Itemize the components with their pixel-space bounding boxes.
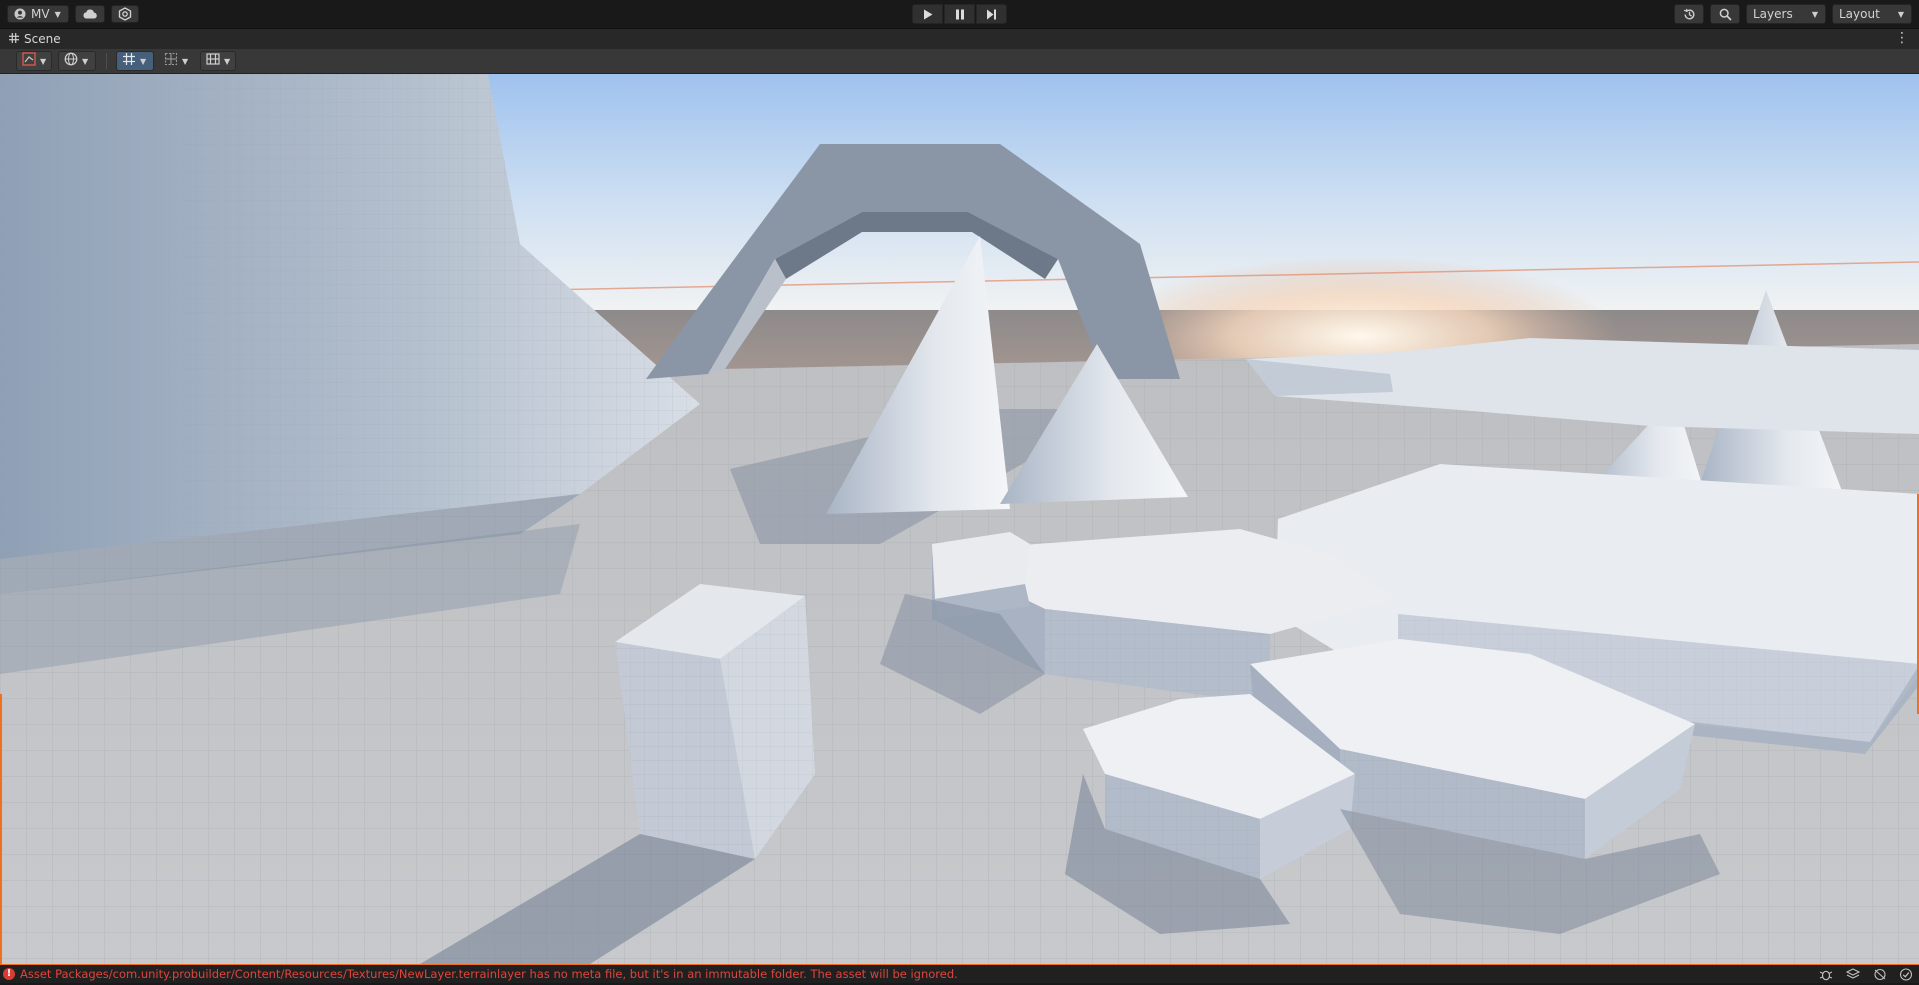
bug-icon[interactable]: [1819, 968, 1833, 981]
scene-view-toolbar: ▼ ▼ ▼ ▼ ▼: [0, 49, 1919, 74]
layout-tools-dropdown[interactable]: ▼: [200, 51, 236, 71]
layers-dropdown[interactable]: Layers ▼: [1746, 4, 1826, 24]
grid-snap-dropdown[interactable]: ▼: [116, 51, 154, 71]
main-toolbar: MV ▼ Layers ▼ Layout ▼: [0, 0, 1919, 28]
pause-icon: [955, 9, 965, 20]
account-icon: [14, 8, 26, 20]
account-label: MV: [31, 7, 50, 21]
grid-icon: [9, 32, 19, 46]
tab-label: Scene: [24, 32, 61, 46]
error-icon: !: [3, 968, 15, 980]
chevron-down-icon: ▼: [54, 9, 61, 19]
layers-label: Layers: [1753, 7, 1793, 21]
render-globe-icon: [64, 52, 78, 70]
history-button[interactable]: [1674, 4, 1704, 24]
chevron-down-icon: ▼: [224, 56, 231, 66]
gizmo-icon: [164, 52, 178, 70]
chevron-down-icon: ▼: [82, 56, 89, 66]
cloud-button[interactable]: [75, 5, 105, 23]
step-icon: [986, 9, 997, 20]
draw-mode-icon: [22, 52, 36, 70]
render-settings-dropdown[interactable]: ▼: [58, 51, 96, 71]
scene-render: [0, 74, 1919, 964]
account-dropdown[interactable]: MV ▼: [7, 5, 69, 23]
grid-snap-icon: [122, 52, 136, 70]
search-button[interactable]: [1710, 4, 1740, 24]
gizmo-dropdown[interactable]: ▼: [158, 51, 196, 71]
network-icon[interactable]: [1873, 968, 1887, 981]
toolbar-divider: [106, 53, 107, 69]
chevron-down-icon: ▼: [1897, 9, 1904, 19]
collab-button[interactable]: [111, 5, 139, 23]
pause-button[interactable]: [944, 4, 975, 24]
play-icon: [923, 9, 933, 20]
scene-tab-bar: Scene ⋮: [0, 28, 1919, 49]
play-button[interactable]: [912, 4, 943, 24]
chevron-down-icon: ▼: [182, 56, 189, 66]
chevron-down-icon: ▼: [40, 56, 47, 66]
console-message[interactable]: Asset Packages/com.unity.probuilder/Cont…: [20, 967, 958, 981]
cloud-icon: [82, 9, 98, 19]
collab-icon: [118, 7, 132, 21]
search-icon: [1719, 8, 1732, 21]
stack-icon[interactable]: [1845, 968, 1861, 981]
layout-dropdown[interactable]: Layout ▼: [1832, 4, 1912, 24]
chevron-down-icon: ▼: [140, 56, 147, 66]
scene-viewport[interactable]: [0, 74, 1919, 964]
check-circle-icon[interactable]: [1899, 968, 1913, 981]
status-bar: ! Asset Packages/com.unity.probuilder/Co…: [0, 964, 1919, 983]
more-options-icon[interactable]: ⋮: [1895, 31, 1909, 45]
tab-scene[interactable]: Scene: [0, 29, 61, 49]
chevron-down-icon: ▼: [1811, 9, 1818, 19]
layout-label: Layout: [1839, 7, 1880, 21]
layout-tools-icon: [206, 53, 220, 69]
draw-mode-dropdown[interactable]: ▼: [16, 51, 52, 71]
step-button[interactable]: [976, 4, 1007, 24]
history-icon: [1683, 8, 1696, 21]
